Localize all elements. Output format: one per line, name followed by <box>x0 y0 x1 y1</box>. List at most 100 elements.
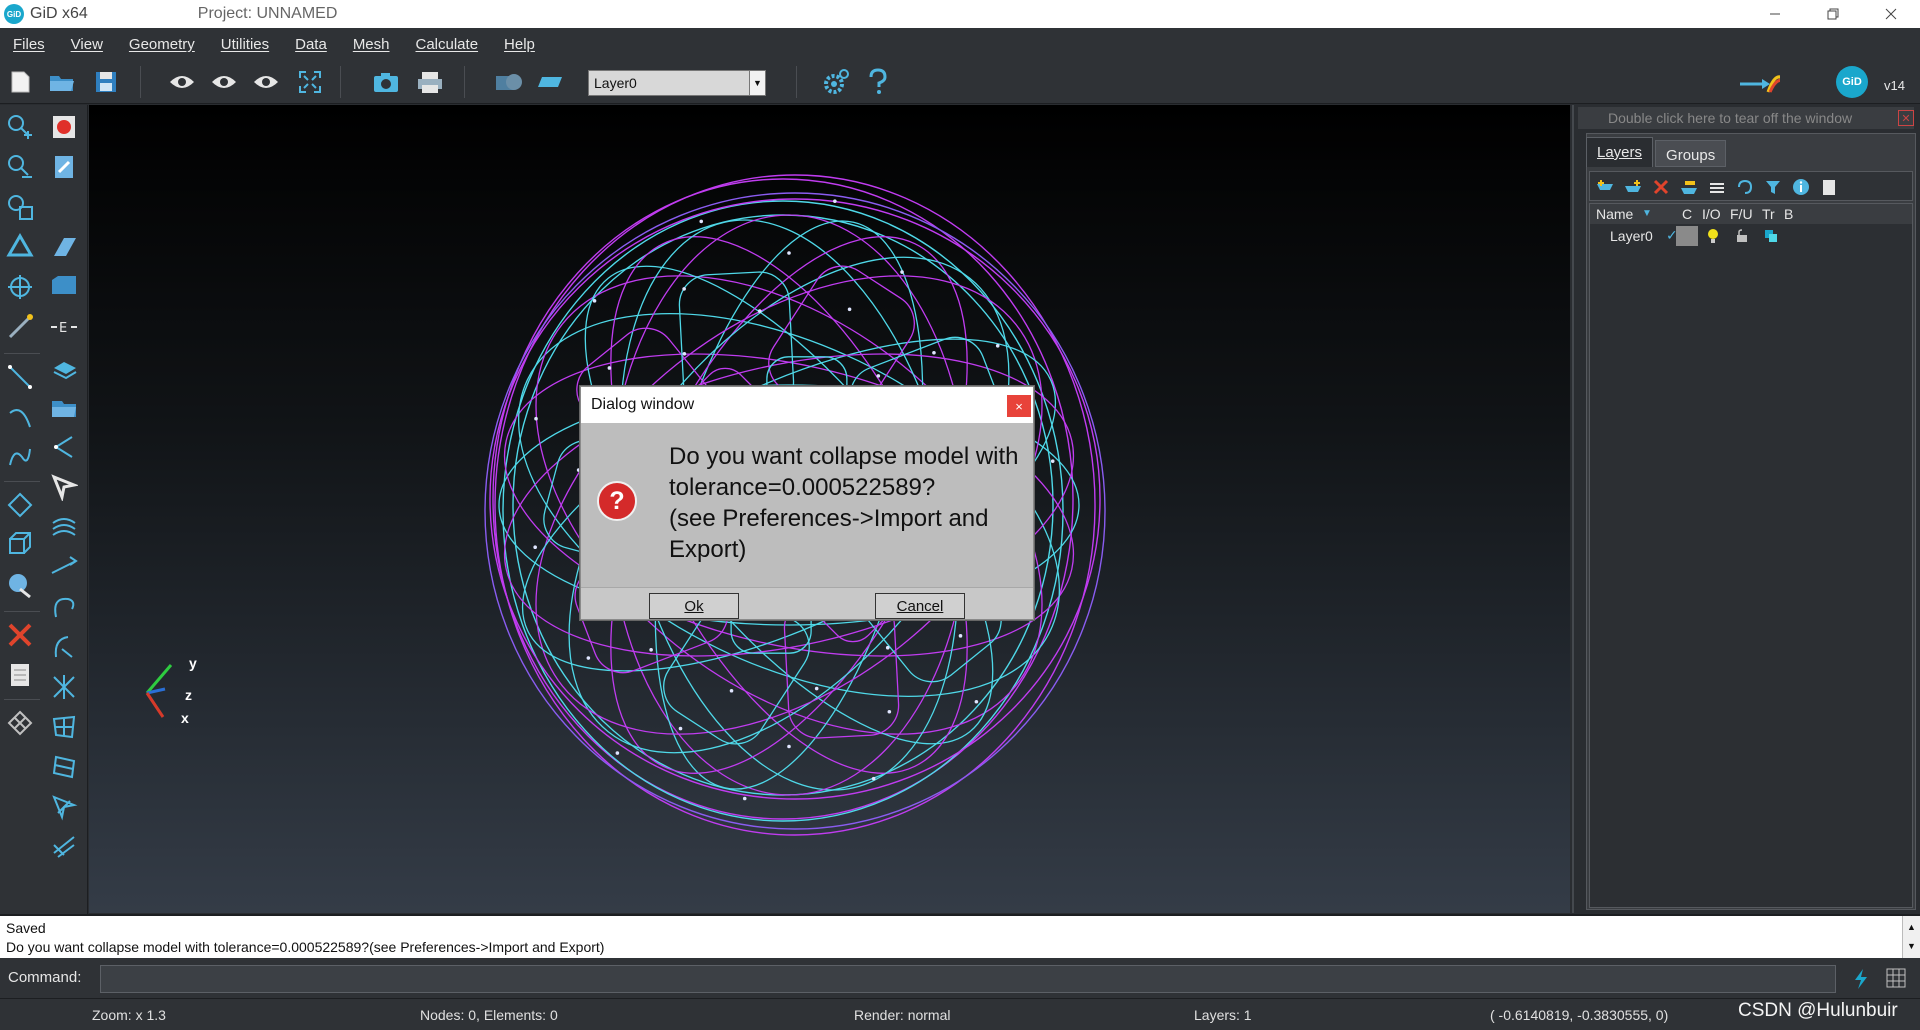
open-folder-icon[interactable] <box>48 68 76 96</box>
info-icon[interactable] <box>1790 176 1812 198</box>
layer-stack-icon[interactable] <box>48 351 80 383</box>
menu-help[interactable]: Help <box>491 36 548 53</box>
rename-layer-icon[interactable] <box>1678 176 1700 198</box>
cursor-select-icon[interactable] <box>48 471 80 503</box>
col-transparency[interactable]: Tr <box>1762 206 1775 222</box>
dialog-footer: Ok Cancel <box>581 587 1033 619</box>
tearoff-bar[interactable]: Double click here to tear off the window… <box>1578 107 1914 129</box>
record-icon[interactable] <box>48 111 80 143</box>
layer-color-swatch[interactable] <box>1676 226 1698 246</box>
nodes-status: Nodes: 0, Elements: 0 <box>420 1007 558 1023</box>
dialog-close-button[interactable]: × <box>1007 395 1031 417</box>
layer-box-icon[interactable] <box>48 271 80 303</box>
col-back[interactable]: B <box>1784 206 1793 222</box>
restore-button[interactable] <box>1804 0 1862 28</box>
curve-split-icon[interactable] <box>48 631 80 663</box>
scroll-down-icon[interactable]: ▼ <box>1907 937 1916 956</box>
tab-groups[interactable]: Groups <box>1655 140 1727 167</box>
tab-layers[interactable]: Layers <box>1586 137 1654 167</box>
close-panel-icon[interactable]: ✕ <box>1898 110 1914 126</box>
output-line: Saved <box>6 920 46 936</box>
gid-logo-button[interactable]: GiD <box>1836 66 1868 98</box>
zoom-in-icon[interactable] <box>4 111 36 143</box>
postprocess-toggle-icon[interactable] <box>1740 68 1780 96</box>
new-child-layer-icon[interactable] <box>1622 176 1644 198</box>
menu-files[interactable]: Files <box>0 36 58 53</box>
mesh-structure-icon[interactable] <box>4 707 36 739</box>
list-entities-icon[interactable] <box>4 659 36 691</box>
close-window-button[interactable] <box>1862 0 1920 28</box>
mesh-view-icon[interactable] <box>48 831 80 863</box>
col-name[interactable]: Name <box>1596 206 1633 222</box>
measure-icon[interactable] <box>4 311 36 343</box>
arc-icon[interactable] <box>4 401 36 433</box>
unlock-icon[interactable] <box>1735 229 1749 243</box>
new-layer-icon[interactable] <box>1594 176 1616 198</box>
output-scrollbar[interactable]: ▲ ▼ <box>1902 916 1920 958</box>
zoom-frame-icon[interactable] <box>296 68 324 96</box>
filter-icon[interactable] <box>1762 176 1784 198</box>
menu-view[interactable]: View <box>58 36 116 53</box>
view-options-eye-icon[interactable] <box>252 68 280 96</box>
cancel-button[interactable]: Cancel <box>875 593 965 619</box>
layer-list-icon[interactable] <box>1818 176 1840 198</box>
view-rotate-eye-icon[interactable] <box>210 68 238 96</box>
layer-icon[interactable] <box>536 68 564 96</box>
menu-utilities[interactable]: Utilities <box>208 36 282 53</box>
zoom-window-icon[interactable] <box>4 191 36 223</box>
surface-layers-icon[interactable] <box>48 511 80 543</box>
save-icon[interactable] <box>92 68 120 96</box>
volume-icon[interactable] <box>4 529 36 561</box>
curve-edit-icon[interactable] <box>48 591 80 623</box>
menu-geometry[interactable]: Geometry <box>116 36 208 53</box>
sort-icon[interactable]: ▼ <box>1642 208 1652 219</box>
color-paint-icon[interactable] <box>4 569 36 601</box>
line-icon[interactable] <box>4 361 36 393</box>
rotate-icon[interactable] <box>4 231 36 263</box>
col-on-off[interactable]: I/O <box>1702 206 1721 222</box>
grid-icon[interactable] <box>1886 968 1906 988</box>
intersect-icon[interactable] <box>48 671 80 703</box>
folder-icon[interactable] <box>48 391 80 423</box>
new-file-icon[interactable] <box>6 68 34 96</box>
help-question-icon[interactable] <box>864 68 892 96</box>
edit-note-icon[interactable] <box>48 151 80 183</box>
render-mode-icon[interactable] <box>494 68 522 96</box>
pan-icon[interactable] <box>4 271 36 303</box>
transparency-icon[interactable] <box>1764 229 1778 243</box>
surface-sheet-icon[interactable] <box>48 231 80 263</box>
menu-mesh[interactable]: Mesh <box>340 36 403 53</box>
zoom-out-icon[interactable] <box>4 151 36 183</box>
dialog-message-line: (see Preferences->Import and <box>669 505 989 532</box>
mesh-cursor-icon[interactable] <box>48 791 80 823</box>
view-eye-icon[interactable] <box>168 68 196 96</box>
refresh-layer-icon[interactable] <box>1734 176 1756 198</box>
table-row[interactable]: Layer0 ✓ <box>1590 226 1912 246</box>
print-icon[interactable] <box>416 68 444 96</box>
command-input[interactable] <box>100 965 1836 993</box>
output-log[interactable]: Saved Do you want collapse model with to… <box>0 914 1920 958</box>
surface-mesh-icon[interactable] <box>48 711 80 743</box>
menu-data[interactable]: Data <box>282 36 340 53</box>
delete-icon[interactable] <box>4 619 36 651</box>
layer-dropdown[interactable]: Layer0 ▼ <box>588 70 766 96</box>
scroll-up-icon[interactable]: ▲ <box>1907 918 1916 937</box>
point-arrow-icon[interactable] <box>48 431 80 463</box>
screenshot-camera-icon[interactable] <box>372 68 400 96</box>
delete-layer-icon[interactable] <box>1650 176 1672 198</box>
minimize-button[interactable] <box>1746 0 1804 28</box>
surface-grid-icon[interactable] <box>48 751 80 783</box>
lightbulb-icon[interactable] <box>1706 228 1720 244</box>
ok-button[interactable]: Ok <box>649 593 739 619</box>
lightning-icon[interactable] <box>1852 968 1870 990</box>
minimize-icon <box>1770 13 1780 15</box>
edit-entity-icon[interactable]: E <box>48 311 80 343</box>
col-freeze[interactable]: F/U <box>1730 206 1753 222</box>
col-color[interactable]: C <box>1682 206 1692 222</box>
send-to-layer-icon[interactable] <box>1706 176 1728 198</box>
divide-line-icon[interactable] <box>48 551 80 583</box>
surface-icon[interactable] <box>4 489 36 521</box>
menu-calculate[interactable]: Calculate <box>403 36 492 53</box>
preferences-gear-icon[interactable] <box>822 68 850 96</box>
nurbs-line-icon[interactable] <box>4 441 36 473</box>
